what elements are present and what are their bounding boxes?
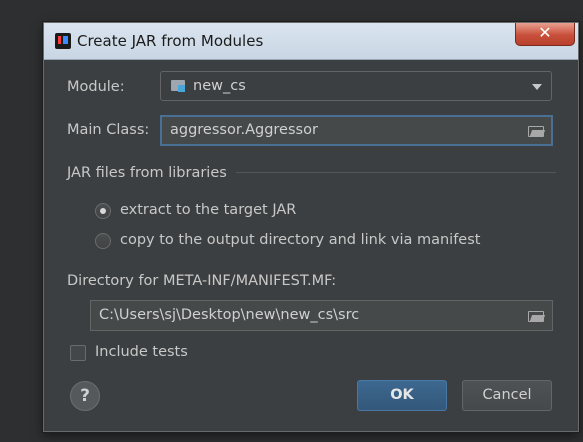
module-value: new_cs [193,78,246,94]
dialog-titlebar[interactable]: Create JAR from Modules ✕ [44,23,578,60]
include-tests-label[interactable]: Include tests [95,344,188,360]
help-button[interactable]: ? [70,381,100,411]
create-jar-dialog: Create JAR from Modules ✕ Module: new_cs… [43,22,579,432]
group-separator [236,172,556,173]
manifest-label: Directory for META-INF/MANIFEST.MF: [67,273,337,289]
close-button[interactable]: ✕ [515,23,575,46]
ok-button[interactable]: OK [357,380,447,411]
open-folder-icon[interactable] [528,126,544,137]
dialog-title: Create JAR from Modules [77,32,264,50]
main-class-input[interactable]: aggressor.Aggressor [160,115,553,146]
module-combobox[interactable]: new_cs [160,71,552,101]
manifest-directory-value: C:\Users\sj\Desktop\new\new_cs\src [99,307,360,323]
manifest-directory-input[interactable]: C:\Users\sj\Desktop\new\new_cs\src [90,300,553,331]
chevron-down-icon[interactable] [532,84,542,90]
module-label: Module: [67,79,125,95]
libraries-group-label: JAR files from libraries [67,165,227,181]
extract-radio-label[interactable]: extract to the target JAR [120,202,296,218]
cancel-button[interactable]: Cancel [462,380,552,411]
module-folder-icon [171,80,185,92]
help-icon: ? [80,386,90,406]
main-class-label: Main Class: [67,122,150,138]
intellij-icon [55,33,71,49]
include-tests-checkbox[interactable] [70,345,86,361]
main-class-value: aggressor.Aggressor [170,122,318,138]
copy-radio-label[interactable]: copy to the output directory and link vi… [120,232,480,248]
open-folder-icon[interactable] [528,311,544,322]
copy-radio[interactable] [95,233,111,249]
close-icon: ✕ [538,23,552,42]
extract-radio[interactable] [95,203,111,219]
